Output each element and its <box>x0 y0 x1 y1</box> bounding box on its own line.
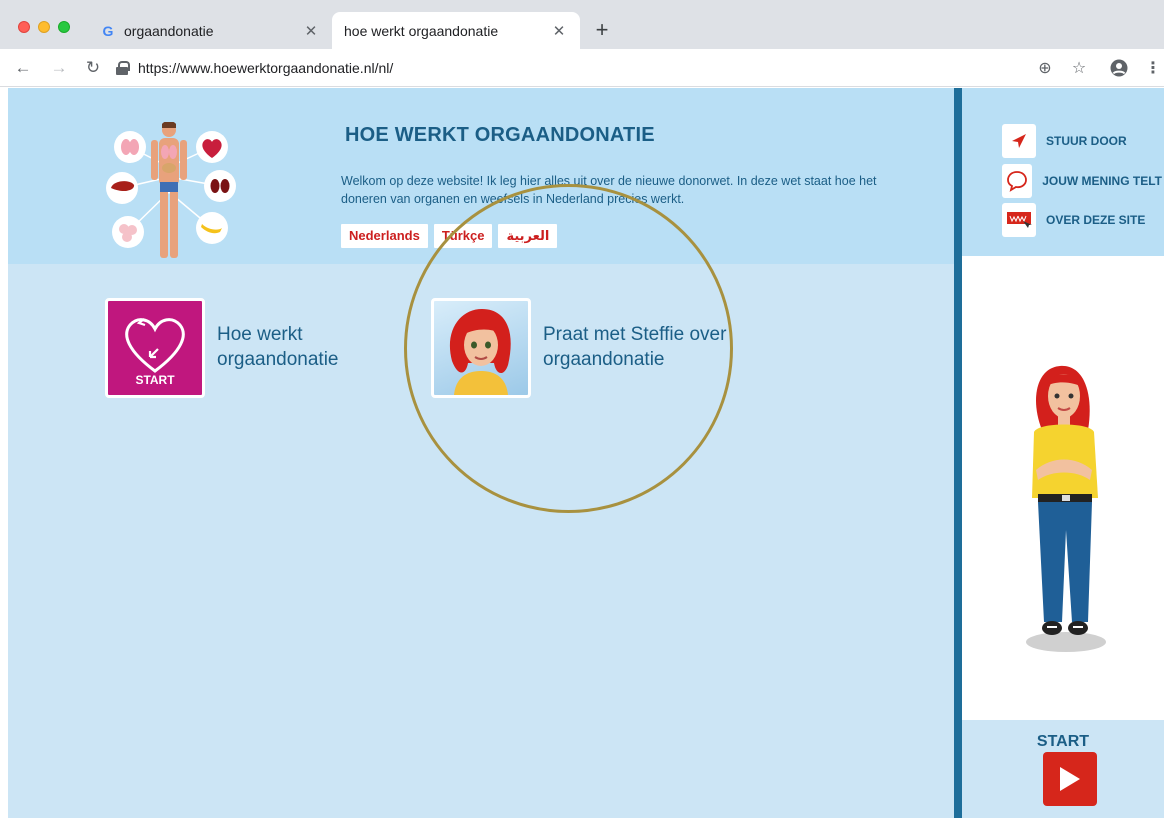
new-tab-button[interactable]: + <box>590 17 614 42</box>
jouw-mening-telt-link[interactable]: JOUW MENING TELT <box>1002 164 1162 198</box>
organ-body-illustration <box>102 121 236 262</box>
steffie-avatar <box>449 309 511 395</box>
google-g-icon: G <box>102 22 114 39</box>
hoe-werkt-card-label[interactable]: Hoe werkt orgaandonatie <box>217 322 357 372</box>
speech-bubble-icon <box>1002 164 1033 198</box>
reload-icon[interactable]: ↻ <box>82 57 104 79</box>
address-bar[interactable]: https://www.hoewerktorgaandonatie.nl/nl/ <box>116 54 1026 82</box>
lock-icon <box>116 61 130 75</box>
over-deze-site-label: OVER DEZE SITE <box>1046 213 1146 227</box>
stuur-door-link[interactable]: STUUR DOOR <box>1002 124 1162 158</box>
browser-toolbar: ← → ↻ https://www.hoewerktorgaandonatie.… <box>0 49 1164 87</box>
jouw-mening-telt-label: JOUW MENING TELT <box>1042 174 1162 188</box>
bookmark-star-icon[interactable]: ☆ <box>1068 57 1090 79</box>
close-tab-icon[interactable]: ✕ <box>550 22 568 40</box>
browser-tab-bar: G orgaandonatie ✕ hoe werkt orgaandonati… <box>0 0 1164 49</box>
tab-title: hoe werkt orgaandonatie <box>344 22 499 39</box>
sidebar: STUUR DOOR JOUW MENING TELT OVER DEZE SI… <box>962 88 1164 818</box>
more-menu-icon[interactable]: ⋮ <box>1142 57 1164 79</box>
browser-tab-orgaandonatie[interactable]: G orgaandonatie ✕ <box>88 12 332 49</box>
start-label: START <box>1036 733 1090 750</box>
account-icon[interactable] <box>1108 57 1130 79</box>
url-text: https://www.hoewerktorgaandonatie.nl/nl/ <box>138 60 394 76</box>
location-icon[interactable]: ⊕ <box>1034 57 1056 79</box>
play-icon <box>1060 767 1080 791</box>
stuur-door-label: STUUR DOOR <box>1046 134 1127 148</box>
send-icon <box>1002 124 1036 158</box>
card-start-badge: START <box>135 373 175 387</box>
tab-title: orgaandonatie <box>124 22 214 39</box>
steffie-character <box>1012 360 1116 660</box>
praat-met-steffie-card-label[interactable]: Praat met Steffie over orgaandonatie <box>543 322 733 372</box>
sidebar-divider <box>954 88 962 818</box>
window-minimize-button[interactable] <box>38 21 50 33</box>
window-close-button[interactable] <box>18 21 30 33</box>
start-play-button[interactable] <box>1043 752 1097 806</box>
page-content: HOE WERKT ORGAANDONATIE Welkom op deze w… <box>8 88 1164 818</box>
back-arrow-icon[interactable]: ← <box>12 57 34 79</box>
language-switcher: Nederlands Türkçe العربية <box>341 224 558 248</box>
intro-text: Welkom op deze website! Ik leg hier alle… <box>341 174 877 206</box>
hoe-werkt-start-card[interactable]: START <box>105 298 205 398</box>
over-deze-site-link[interactable]: OVER DEZE SITE <box>1002 203 1162 237</box>
browser-tab-hoe-werkt[interactable]: hoe werkt orgaandonatie ✕ <box>332 12 580 49</box>
praat-met-steffie-card[interactable] <box>431 298 531 398</box>
language-nederlands-button[interactable]: Nederlands <box>341 224 428 248</box>
window-zoom-button[interactable] <box>58 21 70 33</box>
language-turkce-button[interactable]: Türkçe <box>433 224 493 248</box>
www-icon <box>1002 203 1036 237</box>
page-title: HOE WERKT ORGAANDONATIE <box>345 124 655 146</box>
forward-arrow-icon[interactable]: → <box>48 57 70 79</box>
close-tab-icon[interactable]: ✕ <box>302 22 320 40</box>
language-arabic-button[interactable]: العربية <box>498 224 558 248</box>
